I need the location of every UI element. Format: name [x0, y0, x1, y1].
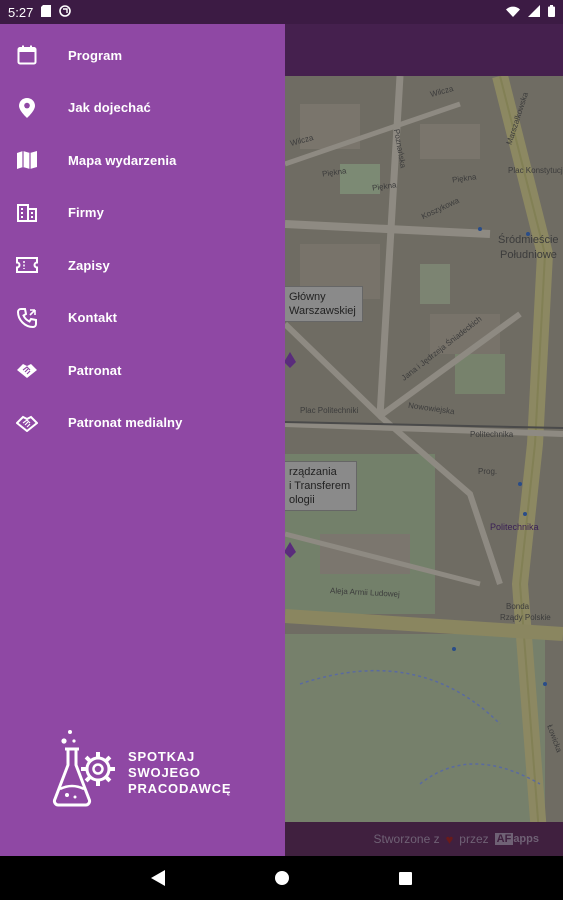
phone-icon: [16, 307, 38, 329]
street-label: Prog.: [478, 467, 498, 476]
drawer-menu: Program Jak dojechać Mapa wydarzenia Fir…: [0, 24, 285, 449]
street-label: Plac Konstytucji: [508, 166, 563, 175]
battery-icon: [548, 4, 555, 20]
street-label: Rządy Polskie: [500, 613, 551, 622]
recents-icon[interactable]: [394, 866, 418, 890]
apps-logo: AF apps: [494, 833, 539, 845]
menu-item-mapa-wydarzenia[interactable]: Mapa wydarzenia: [0, 134, 285, 187]
status-time: 5:27: [8, 4, 34, 20]
flask-gear-icon: [52, 729, 120, 816]
wifi-icon: [506, 5, 520, 20]
back-icon[interactable]: [146, 866, 170, 890]
menu-label: Patronat medialny: [68, 415, 183, 431]
map-icon: [16, 149, 38, 171]
signal-icon: [528, 4, 540, 20]
brand-logo: SPOTKAJ SWOJEGO PRACODAWCĘ: [52, 729, 231, 816]
calendar-icon: [16, 44, 38, 66]
menu-label: Kontakt: [68, 310, 118, 326]
menu-label: Jak dojechać: [68, 100, 151, 116]
building-icon: [16, 202, 38, 224]
menu-item-zapisy[interactable]: Zapisy: [0, 239, 285, 292]
street-label: Plac Politechniki: [300, 406, 359, 415]
menu-item-kontakt[interactable]: Kontakt: [0, 292, 285, 345]
home-icon[interactable]: [270, 866, 294, 890]
system-nav-bar: [0, 856, 563, 900]
street-label: Politechnika: [490, 522, 539, 532]
status-bar: 5:27: [0, 0, 563, 24]
sd-card-icon: [41, 4, 52, 20]
menu-label: Program: [68, 47, 123, 63]
street-label: Śródmieście: [498, 234, 559, 246]
menu-item-patronat[interactable]: Patronat: [0, 344, 285, 397]
menu-label: Firmy: [68, 205, 104, 221]
handshake-media-icon: [16, 412, 38, 434]
street-label: Bonda: [506, 602, 530, 611]
menu-item-firmy[interactable]: Firmy: [0, 187, 285, 240]
navigation-drawer: Program Jak dojechać Mapa wydarzenia Fir…: [0, 24, 285, 856]
menu-item-program[interactable]: Program: [0, 29, 285, 82]
brand-text: SPOTKAJ SWOJEGO PRACODAWCĘ: [128, 748, 232, 796]
menu-label: Mapa wydarzenia: [68, 152, 177, 168]
handshake-icon: [16, 359, 38, 381]
location-pin-icon: [16, 97, 38, 119]
menu-label: Zapisy: [68, 257, 110, 273]
map-place-label[interactable]: Główny Warszawskiej: [282, 286, 363, 322]
heart-icon: ♥: [445, 831, 454, 847]
street-label: Politechnika: [470, 430, 514, 439]
ticket-icon: [16, 254, 38, 276]
street-label: Południowe: [500, 249, 557, 261]
menu-item-jak-dojechac[interactable]: Jak dojechać: [0, 82, 285, 135]
menu-label: Patronat: [68, 362, 122, 378]
menu-item-patronat-medialny[interactable]: Patronat medialny: [0, 397, 285, 450]
sync-icon: [59, 4, 72, 20]
map-place-label[interactable]: rządzania i Transferem ologii: [282, 461, 358, 511]
